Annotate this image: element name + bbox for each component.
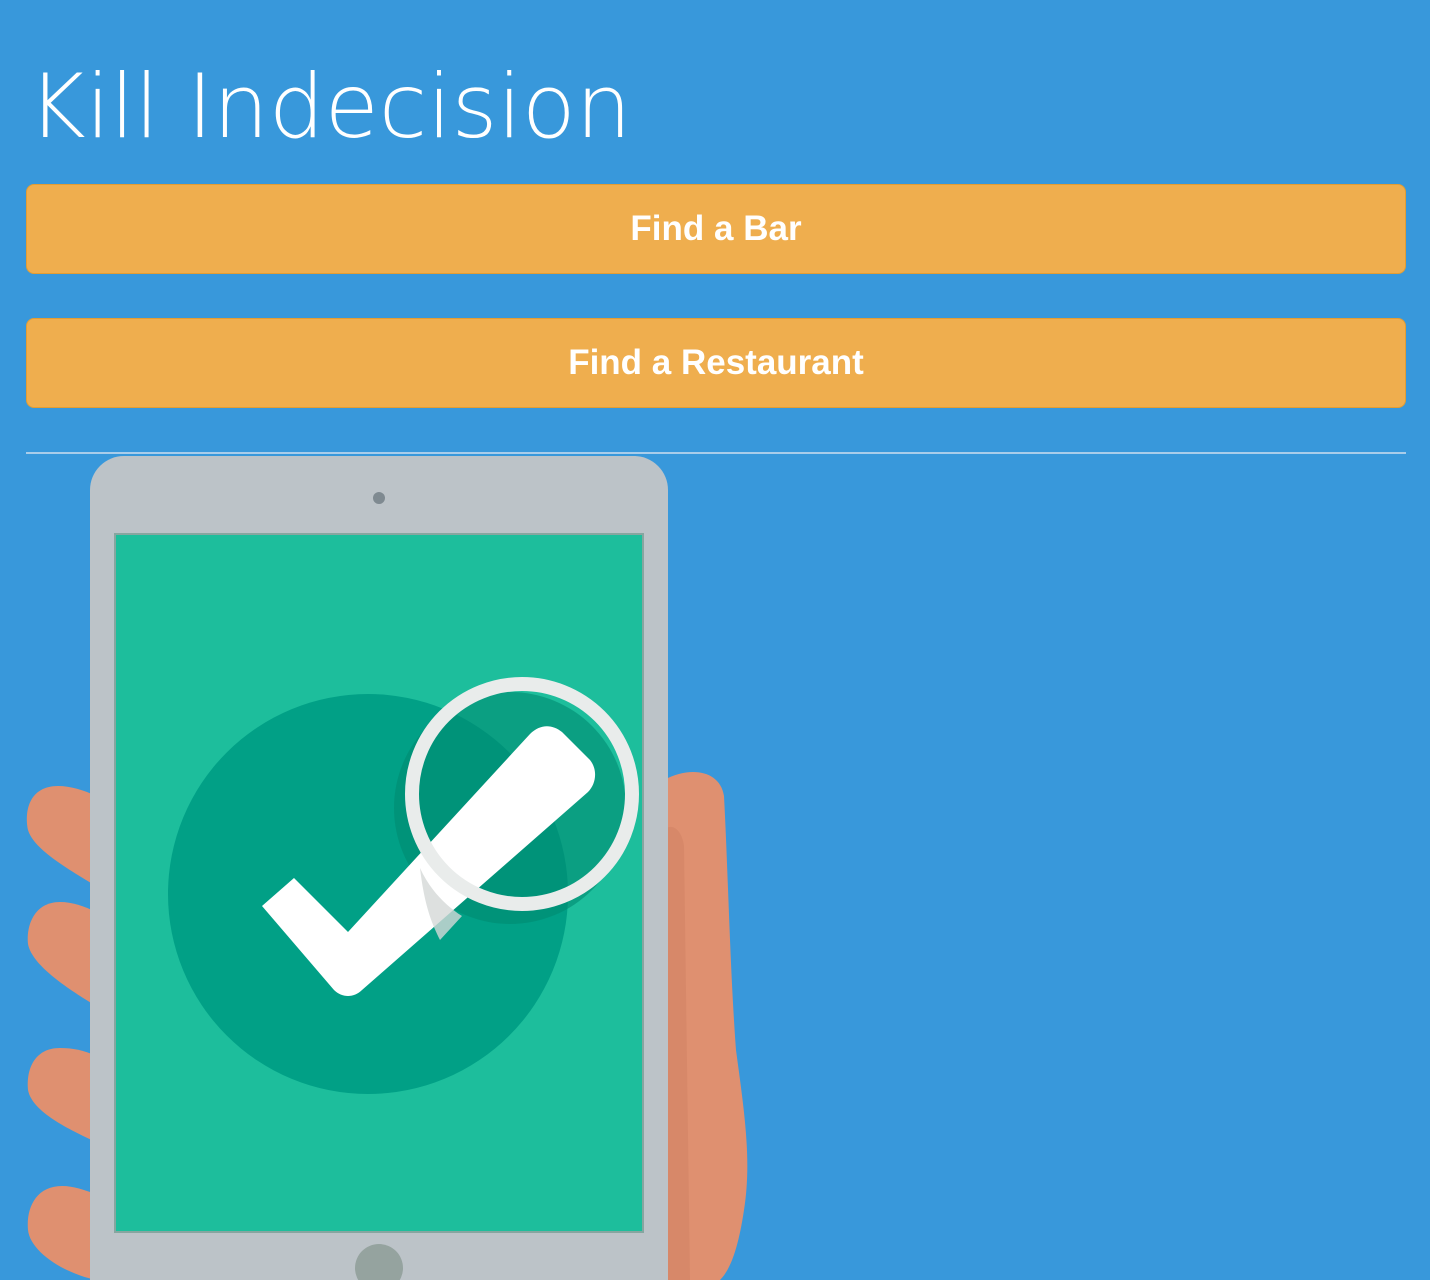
- page: Kill Indecision Find a Bar Find a Restau…: [0, 0, 1430, 1280]
- tablet-checkmark-icon: [26, 456, 748, 1280]
- left-fingers: [26, 786, 97, 1280]
- find-restaurant-button[interactable]: Find a Restaurant: [26, 318, 1406, 408]
- page-title: Kill Indecision: [28, 55, 632, 158]
- find-bar-button[interactable]: Find a Bar: [26, 184, 1406, 274]
